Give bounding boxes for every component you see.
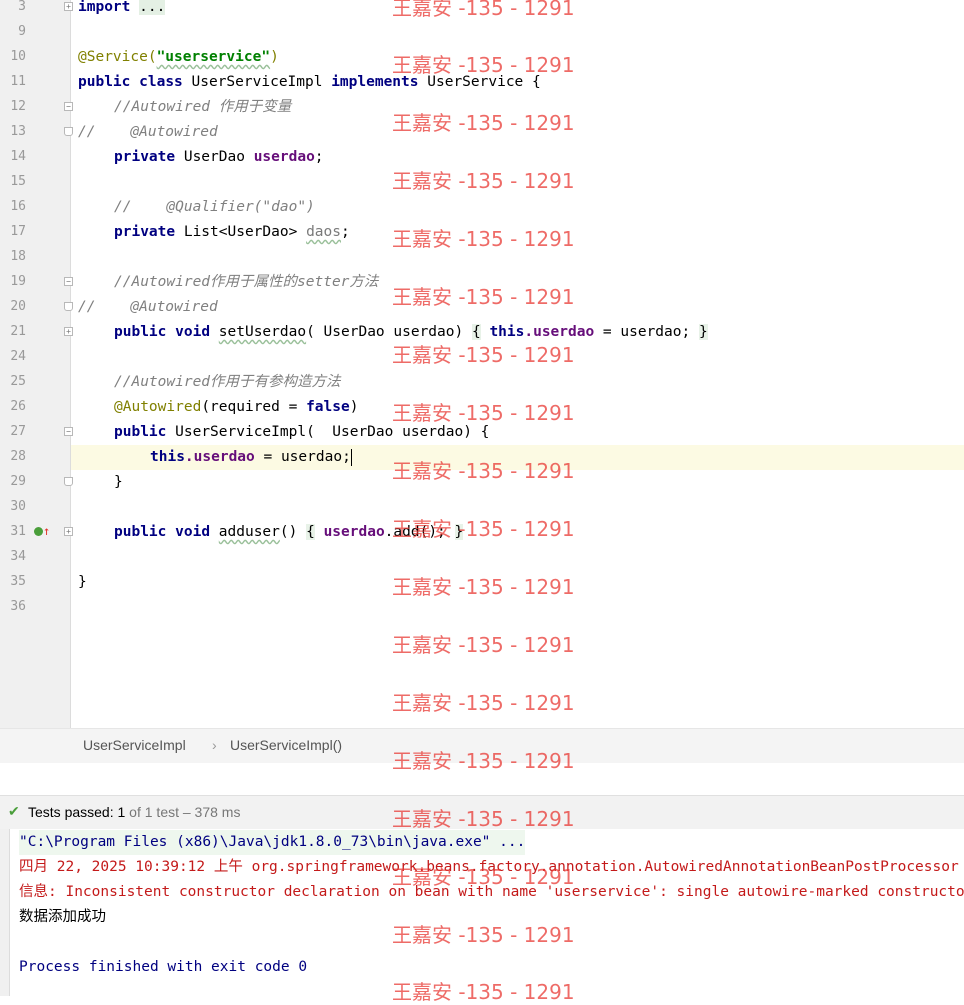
fold-end-icon[interactable] xyxy=(64,127,73,136)
folded-imports[interactable]: ... xyxy=(139,0,166,15)
text-caret xyxy=(350,448,352,466)
console-line-log-info: 信息: Inconsistent constructor declaration… xyxy=(19,884,964,900)
line-number: 20 xyxy=(10,299,26,314)
gutter-row[interactable]: 28 xyxy=(0,445,70,470)
line-number: 17 xyxy=(10,224,26,239)
gutter-row[interactable]: 12 − xyxy=(0,95,73,120)
console-line-output: 数据添加成功 xyxy=(19,909,106,925)
line-number: 36 xyxy=(10,599,26,614)
gutter-row[interactable]: 36 xyxy=(0,595,70,620)
line-number: 14 xyxy=(10,149,26,164)
code-line-31[interactable]: public void adduser() { userdao.add(); } xyxy=(114,520,464,545)
gutter-row[interactable]: 13 xyxy=(0,120,73,145)
code-line-27[interactable]: public UserServiceImpl( UserDao userdao)… xyxy=(114,420,489,445)
code-line-21[interactable]: public void setUserdao( UserDao userdao)… xyxy=(114,320,708,345)
gutter-row[interactable]: 18 xyxy=(0,245,70,270)
gutter-row[interactable]: 35 xyxy=(0,570,70,595)
gutter-row[interactable]: 24 xyxy=(0,345,70,370)
gutter-row[interactable]: 9 xyxy=(0,20,70,45)
console-gutter xyxy=(0,829,10,996)
gutter-row[interactable]: 27 − xyxy=(0,420,73,445)
line-number: 21 xyxy=(10,324,26,339)
fold-toggle-icon[interactable]: + xyxy=(64,327,73,336)
code-line-17[interactable]: private List<UserDao> daos; xyxy=(114,220,350,245)
code-line-19[interactable]: //Autowired作用于属性的setter方法 xyxy=(114,270,378,295)
line-number: 27 xyxy=(10,424,26,439)
line-number: 15 xyxy=(10,174,26,189)
code-line-35[interactable]: } xyxy=(78,570,87,595)
line-number: 16 xyxy=(10,199,26,214)
tests-status: Tests passed: 1 of 1 test – 378 ms xyxy=(28,804,241,820)
fold-toggle-icon[interactable]: − xyxy=(64,277,73,286)
line-number: 31 xyxy=(10,524,26,539)
breadcrumb: UserServiceImpl › UserServiceImpl() xyxy=(0,728,964,764)
line-number: 24 xyxy=(10,349,26,364)
gutter-row[interactable]: 25 xyxy=(0,370,70,395)
code-line-29[interactable]: } xyxy=(114,470,123,495)
line-number: 30 xyxy=(10,499,26,514)
line-number: 12 xyxy=(10,99,26,114)
code-line-28[interactable]: this.userdao = userdao; xyxy=(150,445,352,470)
code-line-25[interactable]: //Autowired作用于有参构造方法 xyxy=(114,370,341,395)
line-number: 28 xyxy=(10,449,26,464)
line-number: 3 xyxy=(18,0,26,14)
console-line-exit: Process finished with exit code 0 xyxy=(19,959,308,975)
gutter-row[interactable]: 26 xyxy=(0,395,70,420)
gutter-row[interactable]: 31 + ↑ xyxy=(0,520,73,545)
fold-end-icon[interactable] xyxy=(64,302,73,311)
line-number: 10 xyxy=(10,49,26,64)
code-line-10[interactable]: @Service("userservice") xyxy=(78,45,279,70)
fold-toggle-icon[interactable]: − xyxy=(64,427,73,436)
line-number-gutter[interactable]: 3 +9 10 11 12−13 14 15 16 17 18 19−20 21 +24 25 26 27−2… xyxy=(0,0,73,728)
gutter-row[interactable]: 14 xyxy=(0,145,70,170)
line-number: 19 xyxy=(10,274,26,289)
check-icon: ✔ xyxy=(8,803,20,819)
gutter-row[interactable]: 17 xyxy=(0,220,70,245)
line-number: 9 xyxy=(18,24,26,39)
line-number: 25 xyxy=(10,374,26,389)
code-line-26[interactable]: @Autowired(required = false) xyxy=(114,395,358,420)
fold-toggle-icon[interactable]: − xyxy=(64,102,73,111)
implements-method-icon[interactable]: ↑ xyxy=(34,524,50,538)
code-line-14[interactable]: private UserDao userdao; xyxy=(114,145,324,170)
gutter-row[interactable]: 30 xyxy=(0,495,70,520)
test-results-bar: ✔ Tests passed: 1 of 1 test – 378 ms xyxy=(0,795,964,830)
gutter-row[interactable]: 11 xyxy=(0,70,70,95)
panel-divider xyxy=(0,763,964,795)
gutter-row[interactable]: 3 + xyxy=(0,0,73,20)
code-line-11[interactable]: public class UserServiceImpl implements … xyxy=(78,70,541,95)
console-line-command[interactable]: "C:\Program Files (x86)\Java\jdk1.8.0_73… xyxy=(19,830,526,855)
line-number: 29 xyxy=(10,474,26,489)
code-line-20[interactable]: // @Autowired xyxy=(78,295,218,320)
code-line-16[interactable]: // @Qualifier("dao") xyxy=(114,195,315,220)
breadcrumb-class[interactable]: UserServiceImpl xyxy=(83,737,186,753)
gutter-row[interactable]: 29 xyxy=(0,470,73,495)
gutter-row[interactable]: 19 − xyxy=(0,270,73,295)
line-number: 13 xyxy=(10,124,26,139)
run-console[interactable]: "C:\Program Files (x86)\Java\jdk1.8.0_73… xyxy=(0,829,964,996)
code-line-12[interactable]: //Autowired 作用于变量 xyxy=(114,95,291,120)
code-line-13[interactable]: // @Autowired xyxy=(78,120,218,145)
gutter-row[interactable]: 16 xyxy=(0,195,70,220)
code-line-3[interactable]: import ... xyxy=(78,0,166,20)
line-number: 18 xyxy=(10,249,26,264)
gutter-row[interactable]: 20 xyxy=(0,295,73,320)
fold-toggle-icon[interactable]: + xyxy=(64,527,73,536)
line-number: 11 xyxy=(10,74,26,89)
fold-toggle-icon[interactable]: + xyxy=(64,2,73,11)
code-editor[interactable]: 3 +9 10 11 12−13 14 15 16 17 18 19−20 21 +24 25 26 27−2… xyxy=(0,0,964,728)
line-number: 26 xyxy=(10,399,26,414)
gutter-row[interactable]: 21 + xyxy=(0,320,73,345)
gutter-row[interactable]: 15 xyxy=(0,170,70,195)
breadcrumb-member[interactable]: UserServiceImpl() xyxy=(230,737,342,753)
console-line-log-header: 四月 22, 2025 10:39:12 上午 org.springframew… xyxy=(19,859,959,875)
gutter-row[interactable]: 10 xyxy=(0,45,70,70)
breadcrumb-separator: › xyxy=(212,737,217,753)
line-number: 34 xyxy=(10,549,26,564)
fold-end-icon[interactable] xyxy=(64,477,73,486)
line-number: 35 xyxy=(10,574,26,589)
gutter-row[interactable]: 34 xyxy=(0,545,70,570)
